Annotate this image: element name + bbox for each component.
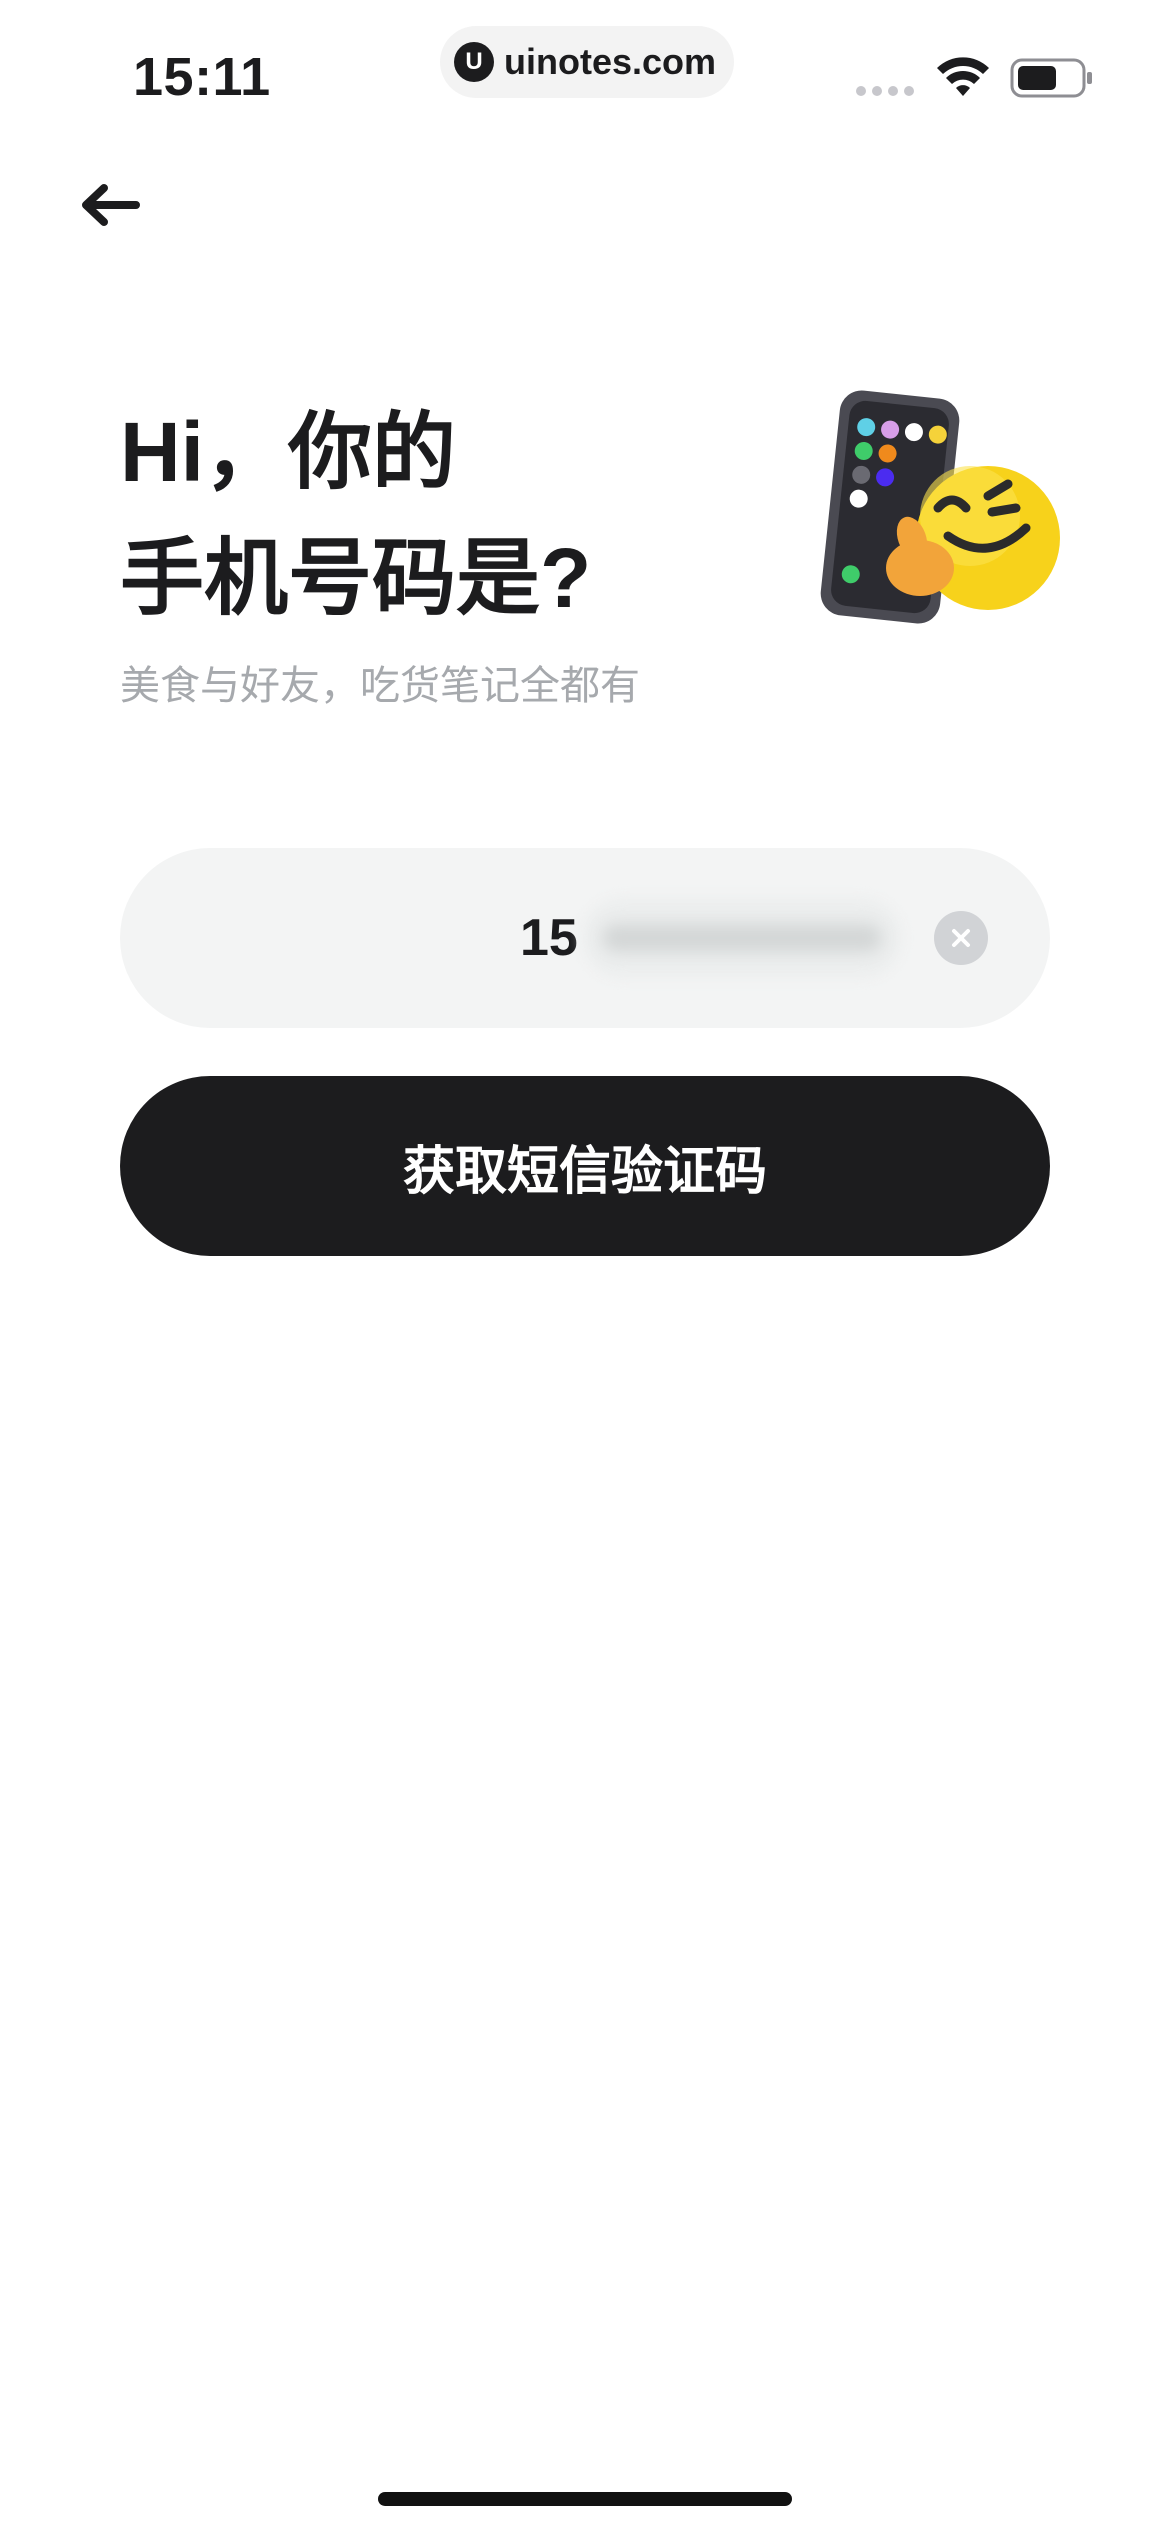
cellular-signal-icon: [856, 86, 914, 96]
site-logo-icon: U: [454, 42, 494, 82]
phone-number-input[interactable]: 15: [120, 848, 1050, 1028]
url-pill[interactable]: U uinotes.com: [440, 26, 734, 98]
home-indicator[interactable]: [378, 2492, 792, 2506]
redacted-digits-blur: [602, 924, 882, 952]
back-button[interactable]: [70, 170, 150, 240]
login-phone-page: 15:11 U uinotes.com Hi，你的 手机号码是? 美食与好友，吃…: [0, 0, 1170, 2532]
get-sms-code-button[interactable]: 获取短信验证码: [120, 1076, 1050, 1256]
phone-emoji-illustration: [820, 390, 1060, 624]
clear-input-button[interactable]: [934, 911, 988, 965]
wifi-icon: [937, 57, 989, 96]
battery-icon: [1010, 58, 1092, 98]
status-time: 15:11: [133, 47, 271, 107]
phone-number-value: 15: [520, 909, 578, 967]
url-text: uinotes.com: [504, 41, 717, 82]
page-title-line1: Hi，你的: [120, 405, 457, 499]
page-subtitle: 美食与好友，吃货笔记全都有: [120, 664, 640, 708]
arrow-left-icon: [82, 184, 140, 226]
clear-circle-icon: [952, 929, 970, 947]
page-title-line2: 手机号码是?: [120, 531, 592, 625]
